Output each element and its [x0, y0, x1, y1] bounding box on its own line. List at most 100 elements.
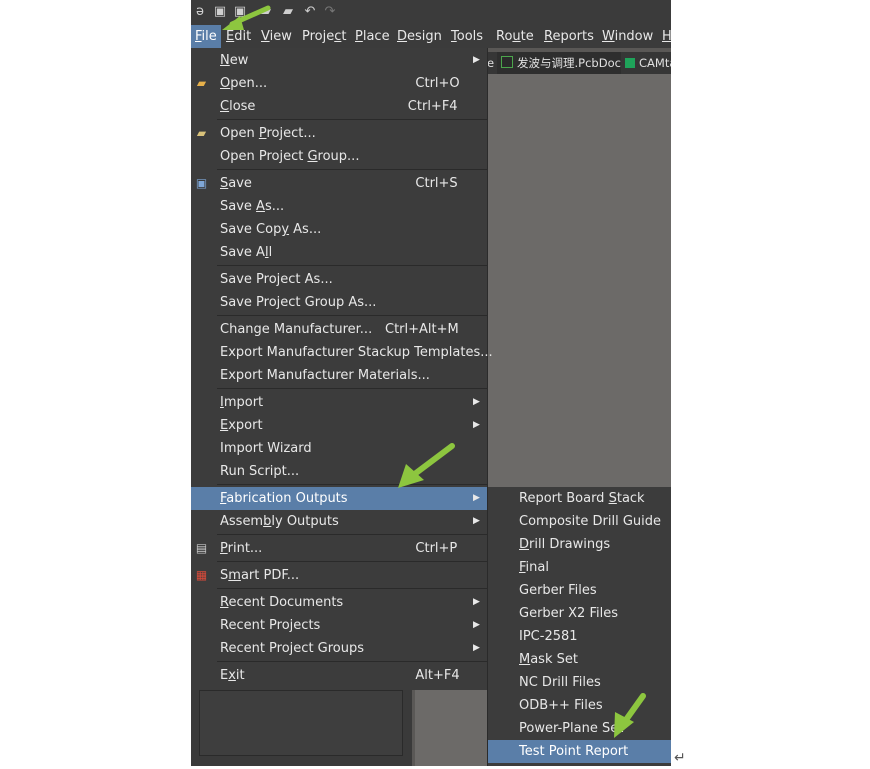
file-menu-item-recent-documents[interactable]: Recent Documents ▶	[191, 591, 487, 614]
menu-item-label: Export Manufacturer Materials...	[220, 368, 430, 383]
file-menu-item-save-copy-as[interactable]: Save Copy As...	[191, 218, 487, 241]
shortcut-label: Ctrl+O	[415, 76, 460, 91]
menu-separator	[217, 265, 487, 266]
file-menu-item-save-as[interactable]: Save As...	[191, 195, 487, 218]
file-menu-item-export[interactable]: Export ▶	[191, 414, 487, 437]
file-menu-item-smart-pdf[interactable]: ▦ Smart PDF...	[191, 564, 487, 587]
submenu-arrow-icon: ▶	[473, 516, 480, 526]
file-menu: New ▶ ▰ Open... Ctrl+O Close Ctrl+F4 ▰ Open Proj…	[191, 48, 493, 690]
file-menu-item-close[interactable]: Close Ctrl+F4	[191, 95, 487, 118]
menu-item-label: Import Wizard	[220, 441, 312, 456]
menu-item-label: Final	[519, 560, 549, 575]
submenu-arrow-icon: ▶	[473, 643, 480, 653]
file-menu-item-save-all[interactable]: Save All	[191, 241, 487, 264]
fab-menu-item-odb-files[interactable]: ODB++ Files	[488, 694, 671, 717]
menu-separator	[217, 119, 487, 120]
side-panel-content[interactable]	[199, 690, 403, 756]
save-icon[interactable]: ▣	[213, 5, 227, 19]
undo-icon[interactable]: ↶	[303, 5, 317, 19]
menu-design[interactable]: Design	[397, 25, 442, 48]
menu-separator	[217, 388, 487, 389]
file-menu-item-import-wizard[interactable]: Import Wizard	[191, 437, 487, 460]
file-menu-item-export-manufacturer-stackup-templates[interactable]: Export Manufacturer Stackup Templates...	[191, 341, 493, 364]
menu-item-label: Gerber Files	[519, 583, 597, 598]
fab-menu-item-ipc-2581[interactable]: IPC-2581	[488, 625, 671, 648]
file-menu-item-open-project-group[interactable]: Open Project Group...	[191, 145, 487, 168]
open-folder-icon[interactable]: ▰	[259, 5, 273, 19]
menu-item-label: Save As...	[220, 199, 285, 214]
menu-separator	[217, 588, 487, 589]
fab-menu-item-gerber-x2-files[interactable]: Gerber X2 Files	[488, 602, 671, 625]
file-menu-item-open[interactable]: ▰ Open... Ctrl+O	[191, 72, 487, 95]
file-menu-item-fabrication-outputs[interactable]: Fabrication Outputs ▶	[191, 487, 487, 510]
menu-item-label: Close	[220, 99, 256, 114]
redo-icon[interactable]: ↷	[323, 5, 337, 19]
menu-reports[interactable]: Reports	[544, 25, 594, 48]
document-tabs: e 发波与调理.PcbDoc * CAMta	[487, 52, 671, 74]
file-menu-item-import[interactable]: Import ▶	[191, 391, 487, 414]
tab-camtastic[interactable]: CAMta	[621, 52, 671, 74]
menu-edit[interactable]: Edit	[226, 25, 251, 48]
file-menu-item-run-script[interactable]: Run Script...	[191, 460, 487, 483]
menu-item-label: New	[220, 53, 249, 68]
menu-view[interactable]: View	[261, 25, 292, 48]
menu-separator	[217, 484, 487, 485]
menu-file[interactable]: File	[191, 25, 221, 48]
fab-menu-item-report-board-stack[interactable]: Report Board Stack	[488, 487, 671, 510]
menu-window[interactable]: Window	[602, 25, 653, 48]
file-menu-item-exit[interactable]: Exit Alt+F4	[191, 664, 487, 687]
file-menu-item-recent-projects[interactable]: Recent Projects ▶	[191, 614, 487, 637]
file-menu-item-open-project[interactable]: ▰ Open Project...	[191, 122, 487, 145]
file-menu-item-print[interactable]: ▤ Print... Ctrl+P	[191, 537, 487, 560]
file-menu-item-save[interactable]: ▣ Save Ctrl+S	[191, 172, 487, 195]
file-menu-item-save-project-group-as[interactable]: Save Project Group As...	[191, 291, 487, 314]
open-project-icon: ▰	[196, 126, 207, 140]
fab-menu-item-final[interactable]: Final	[488, 556, 671, 579]
menu-place[interactable]: Place	[355, 25, 390, 48]
fab-menu-item-composite-drill-guide[interactable]: Composite Drill Guide	[488, 510, 671, 533]
menu-h[interactable]: H	[662, 25, 671, 48]
menu-tools[interactable]: Tools	[451, 25, 483, 48]
menu-item-label: Exit	[220, 668, 245, 683]
file-menu-item-assembly-outputs[interactable]: Assembly Outputs ▶	[191, 510, 487, 533]
submenu-arrow-icon: ▶	[473, 55, 480, 65]
file-menu-item-change-manufacturer[interactable]: Change Manufacturer... Ctrl+Alt+M	[191, 318, 487, 341]
shortcut-label: Ctrl+F4	[407, 99, 458, 114]
save-icon: ▣	[195, 176, 208, 190]
fabrication-outputs-submenu: Report Board Stack Composite Drill Guide D…	[487, 487, 671, 766]
tab-previous[interactable]: e	[487, 52, 495, 74]
tab-pcbdoc[interactable]: 发波与调理.PcbDoc *	[497, 52, 630, 74]
shortcut-label: Ctrl+Alt+M	[385, 322, 459, 337]
menu-item-label: Mask Set	[519, 652, 578, 667]
shortcut-label: Alt+F4	[415, 668, 460, 683]
menu-separator	[217, 169, 487, 170]
open-project-icon[interactable]: ▰	[281, 5, 295, 19]
menu-item-label: Import	[220, 395, 264, 410]
fab-menu-item-drill-drawings[interactable]: Drill Drawings	[488, 533, 671, 556]
menu-item-label: Recent Projects	[220, 618, 321, 633]
fab-menu-item-mask-set[interactable]: Mask Set	[488, 648, 671, 671]
menu-item-label: Test Point Report	[519, 744, 629, 759]
file-menu-item-save-project-as[interactable]: Save Project As...	[191, 268, 487, 291]
menu-item-label: Open Project Group...	[220, 149, 360, 164]
file-menu-item-new[interactable]: New ▶	[191, 49, 487, 72]
fab-menu-item-nc-drill-files[interactable]: NC Drill Files	[488, 671, 671, 694]
fab-menu-item-power-plane-set[interactable]: Power-Plane Set	[488, 717, 671, 740]
cam-document-icon	[625, 58, 635, 68]
submenu-arrow-icon: ▶	[473, 493, 480, 503]
pdf-icon: ▦	[195, 568, 208, 582]
menu-item-label: Assembly Outputs	[220, 514, 339, 529]
menu-item-label: Print...	[220, 541, 263, 556]
file-menu-item-export-manufacturer-materials[interactable]: Export Manufacturer Materials...	[191, 364, 487, 387]
menu-item-label: IPC-2581	[519, 629, 578, 644]
menu-item-label: Open...	[220, 76, 268, 91]
fab-menu-item-test-point-report[interactable]: Test Point Report	[488, 740, 671, 763]
shortcut-label: Ctrl+S	[415, 176, 458, 191]
file-menu-item-recent-project-groups[interactable]: Recent Project Groups ▶	[191, 637, 487, 660]
menu-separator	[217, 534, 487, 535]
fab-menu-item-gerber-files[interactable]: Gerber Files	[488, 579, 671, 602]
save-all-icon[interactable]: ▣	[233, 5, 247, 19]
menu-project[interactable]: Project	[302, 25, 347, 48]
menu-route[interactable]: Route	[496, 25, 534, 48]
submenu-arrow-icon: ▶	[473, 620, 480, 630]
